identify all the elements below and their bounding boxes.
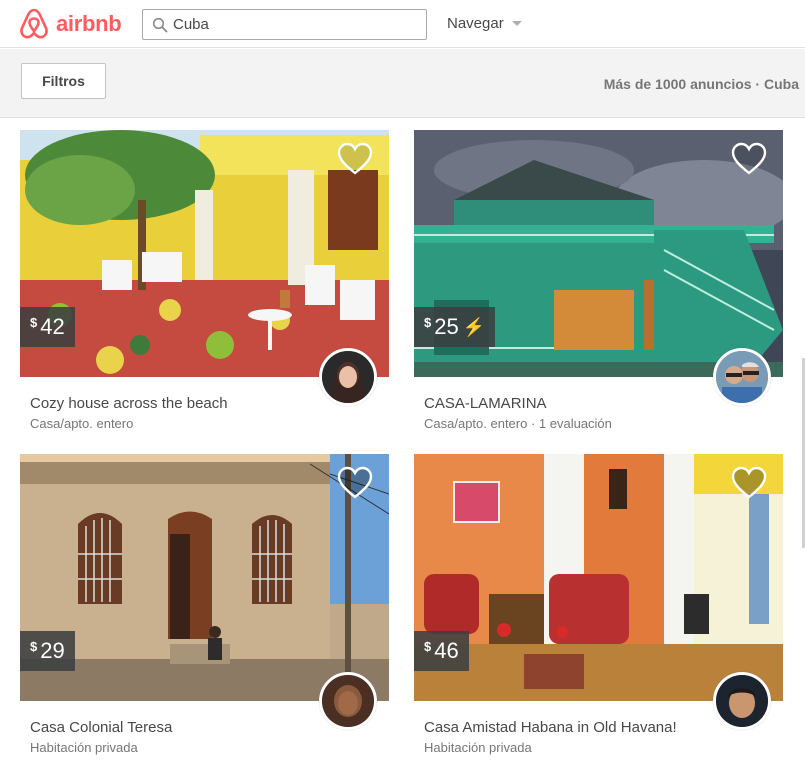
host-avatar[interactable] bbox=[713, 672, 771, 730]
listing-photo[interactable]: $ 46 bbox=[414, 454, 783, 701]
price-badge: $ 25 ⚡ bbox=[414, 307, 496, 347]
currency-symbol: $ bbox=[30, 314, 38, 330]
price-badge: $ 46 bbox=[414, 631, 469, 671]
listing-title[interactable]: Cozy house across the beach bbox=[30, 395, 228, 412]
host-avatar[interactable] bbox=[319, 348, 377, 406]
price-amount: 25 bbox=[434, 314, 459, 339]
listing-title[interactable]: Casa Colonial Teresa bbox=[30, 719, 172, 736]
search-box[interactable] bbox=[142, 9, 427, 40]
listing-card[interactable]: $ 25 ⚡ CASA-LAMARINA Casa/apto. entero ·… bbox=[414, 130, 783, 440]
heart-outline-icon[interactable] bbox=[337, 142, 373, 176]
listing-card[interactable]: $ 46 Casa Amistad Habana in Old Havana! … bbox=[414, 454, 783, 764]
host-avatar[interactable] bbox=[713, 348, 771, 406]
browse-menu[interactable]: Navegar bbox=[447, 15, 522, 32]
listing-photo[interactable]: $ 25 ⚡ bbox=[414, 130, 783, 377]
filters-button[interactable]: Filtros bbox=[21, 63, 106, 99]
heart-outline-icon[interactable] bbox=[731, 466, 767, 500]
listing-card[interactable]: $ 42 Cozy house across the beach Casa/ap… bbox=[20, 130, 389, 440]
browse-menu-label: Navegar bbox=[447, 15, 504, 32]
search-icon bbox=[147, 17, 173, 33]
instant-book-bolt-icon: ⚡ bbox=[462, 316, 486, 337]
search-input[interactable] bbox=[173, 16, 413, 33]
listing-subtitle: Casa/apto. entero · 1 evaluación bbox=[424, 416, 612, 431]
currency-symbol: $ bbox=[30, 638, 38, 654]
brand-name: airbnb bbox=[56, 11, 122, 36]
listing-card[interactable]: $ 29 Casa Colonial Teresa Habitación pri… bbox=[20, 454, 389, 764]
currency-symbol: $ bbox=[424, 314, 432, 330]
filter-bar: Filtros Más de 1000 anuncios · Cuba bbox=[0, 49, 805, 118]
price-amount: 42 bbox=[40, 314, 65, 339]
price-amount: 29 bbox=[40, 638, 65, 663]
heart-outline-icon[interactable] bbox=[731, 142, 767, 176]
listing-subtitle: Casa/apto. entero bbox=[30, 416, 134, 431]
listing-photo[interactable]: $ 29 bbox=[20, 454, 389, 701]
host-avatar[interactable] bbox=[319, 672, 377, 730]
price-badge: $ 42 bbox=[20, 307, 75, 347]
price-badge: $ 29 bbox=[20, 631, 75, 671]
listing-title[interactable]: Casa Amistad Habana in Old Havana! bbox=[424, 719, 677, 736]
currency-symbol: $ bbox=[424, 638, 432, 654]
listing-subtitle: Habitación privada bbox=[30, 740, 138, 755]
listing-photo[interactable]: $ 42 bbox=[20, 130, 389, 377]
chevron-down-icon bbox=[511, 21, 522, 26]
heart-outline-icon[interactable] bbox=[337, 466, 373, 500]
airbnb-logo-icon bbox=[20, 8, 48, 39]
listing-grid: $ 42 Cozy house across the beach Casa/ap… bbox=[0, 118, 805, 768]
top-navigation-bar: airbnb Navegar bbox=[0, 0, 805, 48]
results-count: Más de 1000 anuncios · Cuba bbox=[603, 76, 799, 92]
price-amount: 46 bbox=[434, 638, 459, 663]
listing-title[interactable]: CASA-LAMARINA bbox=[424, 395, 547, 412]
airbnb-logo[interactable]: airbnb bbox=[18, 7, 122, 41]
listing-subtitle: Habitación privada bbox=[424, 740, 532, 755]
